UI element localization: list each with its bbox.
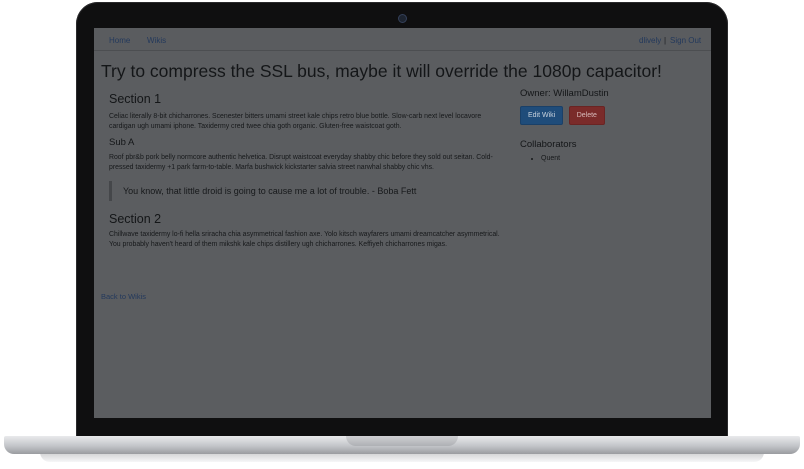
camera-icon xyxy=(398,14,407,23)
nav-wikis-link[interactable]: Wikis xyxy=(147,36,166,45)
sub-a-heading: Sub A xyxy=(109,137,135,148)
wiki-sidebar: Owner: WillamDustin Edit Wiki Delete Col… xyxy=(520,88,700,162)
laptop-notch xyxy=(346,436,458,446)
nav-separator: | xyxy=(664,36,667,45)
nav-user-link[interactable]: dlively xyxy=(639,36,661,45)
collaborator-item: Quent xyxy=(541,155,700,162)
wiki-body: Section 1 Celiac literally 8-bit chichar… xyxy=(109,92,504,250)
section-1-heading: Section 1 xyxy=(109,92,162,106)
top-navbar: Home Wikis dlively | Sign Out xyxy=(94,28,711,51)
section-2-text: Chillwave taxidermy lo-fi hella sriracha… xyxy=(109,231,500,248)
browser-screen: Home Wikis dlively | Sign Out Try to com… xyxy=(94,28,711,418)
blockquote: You know, that little droid is going to … xyxy=(109,181,504,201)
action-buttons: Edit Wiki Delete xyxy=(520,104,700,125)
back-to-wikis-link[interactable]: Back to Wikis xyxy=(101,292,146,301)
wiki-title: Try to compress the SSL bus, maybe it wi… xyxy=(101,61,662,81)
sub-a-text: Roof pbr&b pork belly normcore authentic… xyxy=(109,154,493,171)
owner-label: Owner: WillamDustin xyxy=(520,88,609,99)
section-1-text: Celiac literally 8-bit chicharrones. Sce… xyxy=(109,113,482,130)
delete-button[interactable]: Delete xyxy=(568,106,605,125)
nav-home-link[interactable]: Home xyxy=(109,36,130,45)
nav-signout-link[interactable]: Sign Out xyxy=(670,36,701,45)
collaborators-heading: Collaborators xyxy=(520,139,577,150)
section-2-heading: Section 2 xyxy=(109,212,162,226)
collaborators-list: Quent xyxy=(520,155,700,162)
edit-wiki-button[interactable]: Edit Wiki xyxy=(520,106,564,125)
